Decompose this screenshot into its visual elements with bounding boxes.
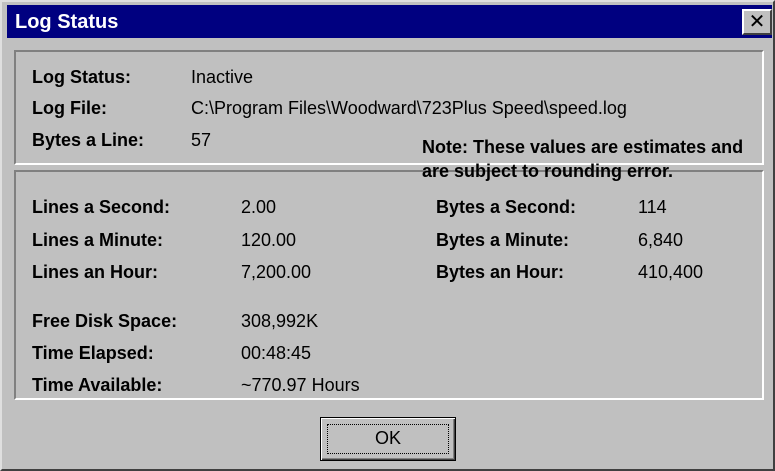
bytes-a-second-value: 114 xyxy=(638,197,667,217)
estimates-note: Note: These values are estimates and are… xyxy=(422,137,744,181)
time-elapsed-value: 00:48:45 xyxy=(241,343,312,363)
bytes-a-minute-label: Bytes a Minute: xyxy=(436,230,570,250)
title-bar[interactable]: Log Status ✕ xyxy=(7,5,772,38)
lines-a-minute-value: 120.00 xyxy=(241,230,297,250)
lines-a-second-label: Lines a Second: xyxy=(32,197,171,217)
time-elapsed-label: Time Elapsed: xyxy=(32,343,154,363)
bytes-an-hour-label: Bytes an Hour: xyxy=(436,262,565,282)
bytes-a-minute-value: 6,840 xyxy=(638,230,684,250)
log-file-label: Log File: xyxy=(32,98,107,118)
close-button[interactable]: ✕ xyxy=(742,9,772,35)
bytes-a-line-label: Bytes a Line: xyxy=(32,130,145,150)
ok-button-label: OK xyxy=(374,428,401,448)
time-available-value: ~770.97 Hours xyxy=(241,375,360,395)
log-status-dialog: Log Status ✕ Log Status: Inactive Log Fi… xyxy=(0,0,775,471)
lines-an-hour-value: 7,200.00 xyxy=(241,262,312,282)
free-disk-space-label: Free Disk Space: xyxy=(32,311,178,331)
bytes-an-hour-value: 410,400 xyxy=(638,262,704,282)
bytes-a-line-value: 57 xyxy=(191,130,212,150)
time-available-label: Time Available: xyxy=(32,375,163,395)
free-disk-space-value: 308,992K xyxy=(241,311,319,331)
log-file-value: C:\Program Files\Woodward\723Plus Speed\… xyxy=(191,98,627,118)
ok-button[interactable]: OK xyxy=(320,417,456,461)
close-icon: ✕ xyxy=(748,9,766,33)
lines-a-minute-label: Lines a Minute: xyxy=(32,230,164,250)
bytes-a-second-label: Bytes a Second: xyxy=(436,197,577,217)
log-status-value: Inactive xyxy=(191,67,254,87)
estimates-group: Lines a Second: 2.00 Lines a Minute: 120… xyxy=(14,170,764,400)
lines-an-hour-label: Lines an Hour: xyxy=(32,262,159,282)
log-status-label: Log Status: xyxy=(32,67,131,87)
window-title: Log Status xyxy=(15,11,119,33)
lines-a-second-value: 2.00 xyxy=(241,197,277,217)
